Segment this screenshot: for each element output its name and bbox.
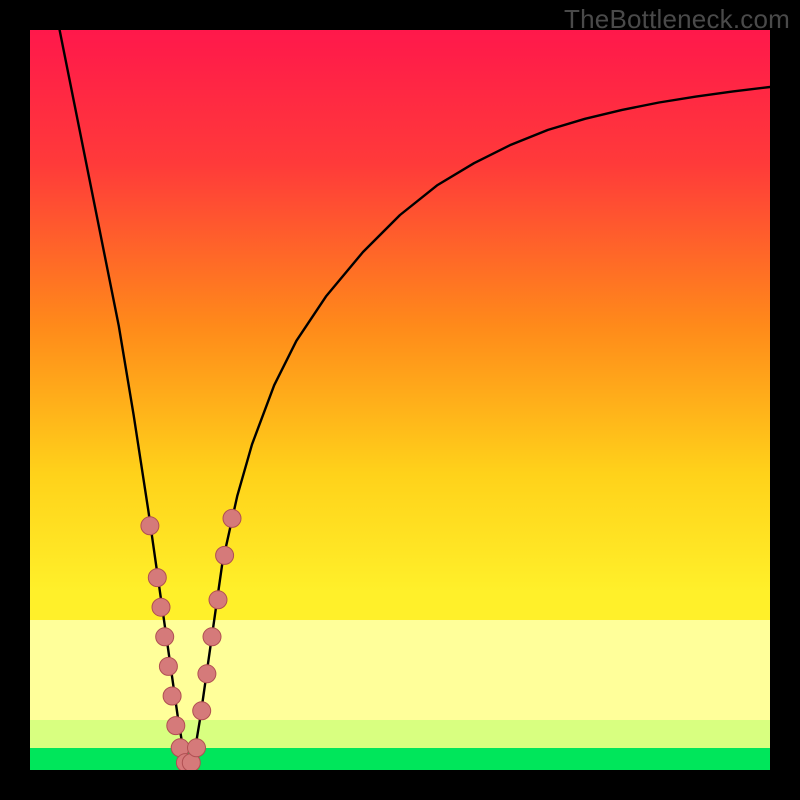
- curve-marker: [152, 598, 170, 616]
- pale-band: [30, 620, 770, 720]
- plot-area: [30, 30, 770, 770]
- green-baseline: [30, 748, 770, 770]
- curve-marker: [193, 702, 211, 720]
- curve-marker: [159, 657, 177, 675]
- curve-marker: [223, 509, 241, 527]
- chart-frame: TheBottleneck.com: [0, 0, 800, 800]
- curve-marker: [203, 628, 221, 646]
- curve-marker: [163, 687, 181, 705]
- curve-marker: [216, 546, 234, 564]
- curve-marker: [188, 739, 206, 757]
- curve-marker: [167, 717, 185, 735]
- curve-marker: [209, 591, 227, 609]
- curve-marker: [198, 665, 216, 683]
- curve-marker: [141, 517, 159, 535]
- curve-marker: [148, 569, 166, 587]
- curve-marker: [156, 628, 174, 646]
- bottleneck-chart: [30, 30, 770, 770]
- yellow-green-band: [30, 720, 770, 748]
